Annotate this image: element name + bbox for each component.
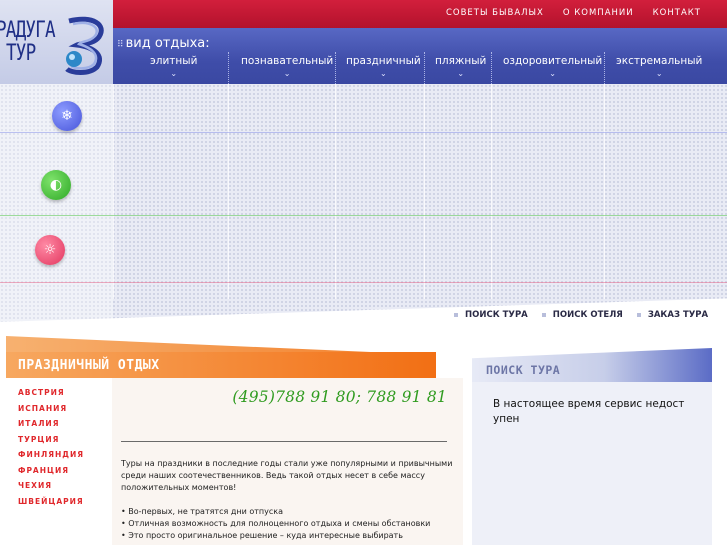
tab-tour-search-label: ПОИСК ТУРА [465,310,528,320]
top-strip: СОВЕТЫ БЫВАЛЫХ О КОМПАНИИ КОНТАКТ [113,0,727,28]
category-beach[interactable]: пляжный ⌄ [435,55,486,78]
phone-number: (495)788 91 80; 788 91 81 [232,388,447,406]
tab-hotel-search-label: ПОИСК ОТЕЛЯ [552,310,623,320]
feature-item: • Во-первых, не тратятся дни отпуска [121,507,283,516]
grid-dots-icon: ⠿ [117,40,124,50]
tab-tour-search[interactable]: ПОИСК ТУРА [454,310,528,320]
article-body: Туры на праздники в последние годы стали… [121,458,459,542]
search-tabs: ПОИСК ТУРА ПОИСК ОТЕЛЯ ЗАКАЗ ТУРА [454,310,708,320]
chevron-down-icon: ⌄ [170,69,178,78]
country-link-switzerland[interactable]: ШВЕЙЦАРИЯ [18,494,112,510]
winter-season-button[interactable]: ❄ [52,101,82,131]
sun-season-button[interactable]: ☼ [35,235,65,265]
square-bullet-icon [541,312,546,317]
tab-tour-order[interactable]: ЗАКАЗ ТУРА [636,310,709,320]
category-holiday[interactable]: праздничный ⌄ [346,55,421,78]
search-panel-title: ПОИСК ТУРА [486,363,561,377]
banner-grid-line [113,84,114,299]
banner-grid-line [604,84,605,299]
category-beach-label: пляжный [435,55,487,67]
square-bullet-icon [454,312,458,317]
category-educational-label: познавательный [241,55,334,67]
category-health-label: оздоровительный [503,55,603,67]
header: РАДУГА ТУР СОВЕТЫ БЫВАЛЫХ О КОМПАНИИ КОН… [0,0,727,108]
content-divider [121,441,447,442]
sun-icon: ☼ [43,242,57,258]
category-holiday-label: праздничный [346,55,421,67]
search-panel-body: В настоящее время сервис недоступен [472,382,712,545]
banner-line-green [0,215,727,216]
category-heading: ⠿ вид отдыха: [117,36,210,51]
category-elite-label: элитный [150,55,198,67]
country-link-italy[interactable]: ИТАЛИЯ [18,416,112,432]
feature-item: • Это просто оригинальное решение – куда… [121,531,403,540]
category-health[interactable]: оздоровительный ⌄ [503,55,602,78]
intro-paragraph: Туры на праздники в последние годы стали… [121,459,453,492]
rainbow-logo-icon [65,16,104,75]
banner-grid-line [228,84,229,299]
banner-grid-line [491,84,492,299]
top-nav-contact-link[interactable]: КОНТАКТ [653,8,701,18]
category-menu: ⠿ вид отдыха: элитный ⌄ познавательный ⌄ пр… [113,28,727,108]
chevron-down-icon: ⌄ [283,69,291,78]
banner-grid-line [424,84,425,299]
service-unavailable-message: В настоящее время сервис недоступен [493,398,685,425]
logo-text-line1: РАДУГА [0,18,56,43]
section-header: ПРАЗДНИЧНЫЙ ОТДЫХ [6,336,436,378]
square-bullet-icon [636,312,641,317]
country-link-austria[interactable]: АВСТРИЯ [18,385,112,401]
tour-search-panel: ПОИСК ТУРА В настоящее время сервис недо… [472,348,712,545]
top-navigation: СОВЕТЫ БЫВАЛЫХ О КОМПАНИИ КОНТАКТ [446,8,701,18]
country-link-france[interactable]: ФРАНЦИЯ [18,463,112,479]
section-title: ПРАЗДНИЧНЫЙ ОТДЫХ [18,358,160,373]
search-panel-header: ПОИСК ТУРА [472,348,712,382]
category-educational[interactable]: познавательный ⌄ [241,55,333,78]
logo[interactable]: РАДУГА ТУР [0,0,113,84]
country-link-czech[interactable]: ЧЕХИЯ [18,478,112,494]
category-elite[interactable]: элитный ⌄ [150,55,197,78]
tab-hotel-search[interactable]: ПОИСК ОТЕЛЯ [541,310,623,320]
summer-season-button[interactable]: ◐ [41,170,71,200]
category-extreme[interactable]: экстремальный ⌄ [616,55,702,78]
countries-panel: АВСТРИЯ ИСПАНИЯ ИТАЛИЯ ТУРЦИЯ ФИНЛЯНДИЯ … [6,378,112,545]
snowflake-icon: ❄ [61,108,73,124]
feature-item: • Отличная возможность для полноценного … [121,519,431,528]
banner-line-pink [0,282,727,283]
category-heading-text: вид отдыха: [125,36,210,51]
country-link-turkey[interactable]: ТУРЦИЯ [18,432,112,448]
logo-text-line2: ТУР [6,41,36,66]
banner: ❄ ◐ ☼ ПОИСК ТУРА ПОИСК ОТЕЛЯ ЗАКАЗ ТУРА [0,84,727,336]
category-extreme-label: экстремальный [616,55,703,67]
top-nav-about-link[interactable]: О КОМПАНИИ [563,8,634,18]
chevron-down-icon: ⌄ [549,69,556,78]
country-link-spain[interactable]: ИСПАНИЯ [18,401,112,417]
main-content: (495)788 91 80; 788 91 81 Туры на праздн… [112,378,463,545]
chevron-down-icon: ⌄ [457,69,465,78]
leaf-icon: ◐ [49,177,63,193]
country-list: АВСТРИЯ ИСПАНИЯ ИТАЛИЯ ТУРЦИЯ ФИНЛЯНДИЯ … [6,378,112,509]
top-nav-tips-link[interactable]: СОВЕТЫ БЫВАЛЫХ [446,8,544,18]
banner-grid-line [335,84,336,299]
banner-line-blue [0,132,727,133]
country-link-finland[interactable]: ФИНЛЯНДИЯ [18,447,112,463]
chevron-down-icon: ⌄ [655,69,663,78]
chevron-down-icon: ⌄ [379,69,387,78]
tab-tour-order-label: ЗАКАЗ ТУРА [647,310,709,320]
